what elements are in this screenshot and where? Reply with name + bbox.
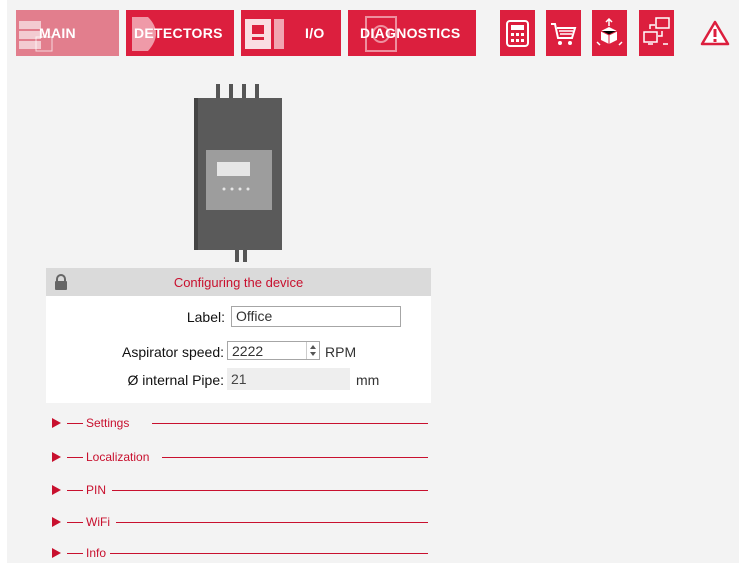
panel-header: Configuring the device xyxy=(46,268,431,296)
divider xyxy=(67,423,83,424)
internal-pipe-label: Ø internal Pipe: xyxy=(127,372,225,388)
tab-io[interactable]: I/O xyxy=(241,10,341,56)
tab-detectors[interactable]: DETECTORS xyxy=(126,10,234,56)
tab-main[interactable]: MAIN xyxy=(16,10,119,56)
expand-arrow-icon xyxy=(52,517,61,527)
aspirator-speed-label: Aspirator speed: xyxy=(122,344,224,360)
calculator-icon xyxy=(506,20,529,47)
section-settings[interactable]: Settings xyxy=(52,416,428,432)
section-label: Localization xyxy=(86,450,153,464)
calculator-button[interactable] xyxy=(500,10,535,56)
section-wifi[interactable]: WiFi xyxy=(52,515,428,531)
tab-io-label: I/O xyxy=(305,25,325,41)
cart-icon xyxy=(551,23,577,45)
network-icon xyxy=(643,17,670,45)
tab-main-label: MAIN xyxy=(39,25,76,41)
expand-arrow-icon xyxy=(52,548,61,558)
expand-arrow-icon xyxy=(52,452,61,462)
section-pin[interactable]: PIN xyxy=(52,483,428,499)
divider xyxy=(67,553,83,554)
io-icon xyxy=(245,19,284,49)
package-icon xyxy=(596,18,623,46)
tab-diagnostics-label: DIAGNOSTICS xyxy=(360,25,461,41)
section-localization[interactable]: Localization xyxy=(52,450,428,466)
divider xyxy=(112,490,428,491)
spinner-arrows-icon[interactable] xyxy=(306,342,319,359)
network-button[interactable] xyxy=(639,10,674,56)
divider xyxy=(152,423,428,424)
label-field-label: Label: xyxy=(186,309,225,325)
internal-pipe-value: 21 xyxy=(227,368,350,390)
section-label: PIN xyxy=(86,483,110,497)
section-label: Settings xyxy=(86,416,133,430)
section-label: Info xyxy=(86,546,110,560)
expand-arrow-icon xyxy=(52,485,61,495)
aspirator-speed-unit: RPM xyxy=(325,344,357,360)
divider xyxy=(116,522,428,523)
expand-arrow-icon xyxy=(52,418,61,428)
package-button[interactable] xyxy=(592,10,627,56)
section-label: WiFi xyxy=(86,515,113,529)
tab-diagnostics[interactable]: DIAGNOSTICS xyxy=(348,10,476,56)
divider xyxy=(110,553,428,554)
divider xyxy=(67,490,83,491)
label-input[interactable]: Office xyxy=(231,306,401,327)
cart-button[interactable] xyxy=(546,10,581,56)
divider xyxy=(162,457,428,458)
section-info[interactable]: Info xyxy=(52,546,428,562)
tab-detectors-label: DETECTORS xyxy=(134,25,223,41)
divider xyxy=(67,457,83,458)
internal-pipe-unit: mm xyxy=(356,372,380,388)
warning-icon[interactable] xyxy=(700,20,730,46)
divider xyxy=(67,522,83,523)
panel-title: Configuring the device xyxy=(173,275,304,290)
device-image xyxy=(194,84,282,262)
